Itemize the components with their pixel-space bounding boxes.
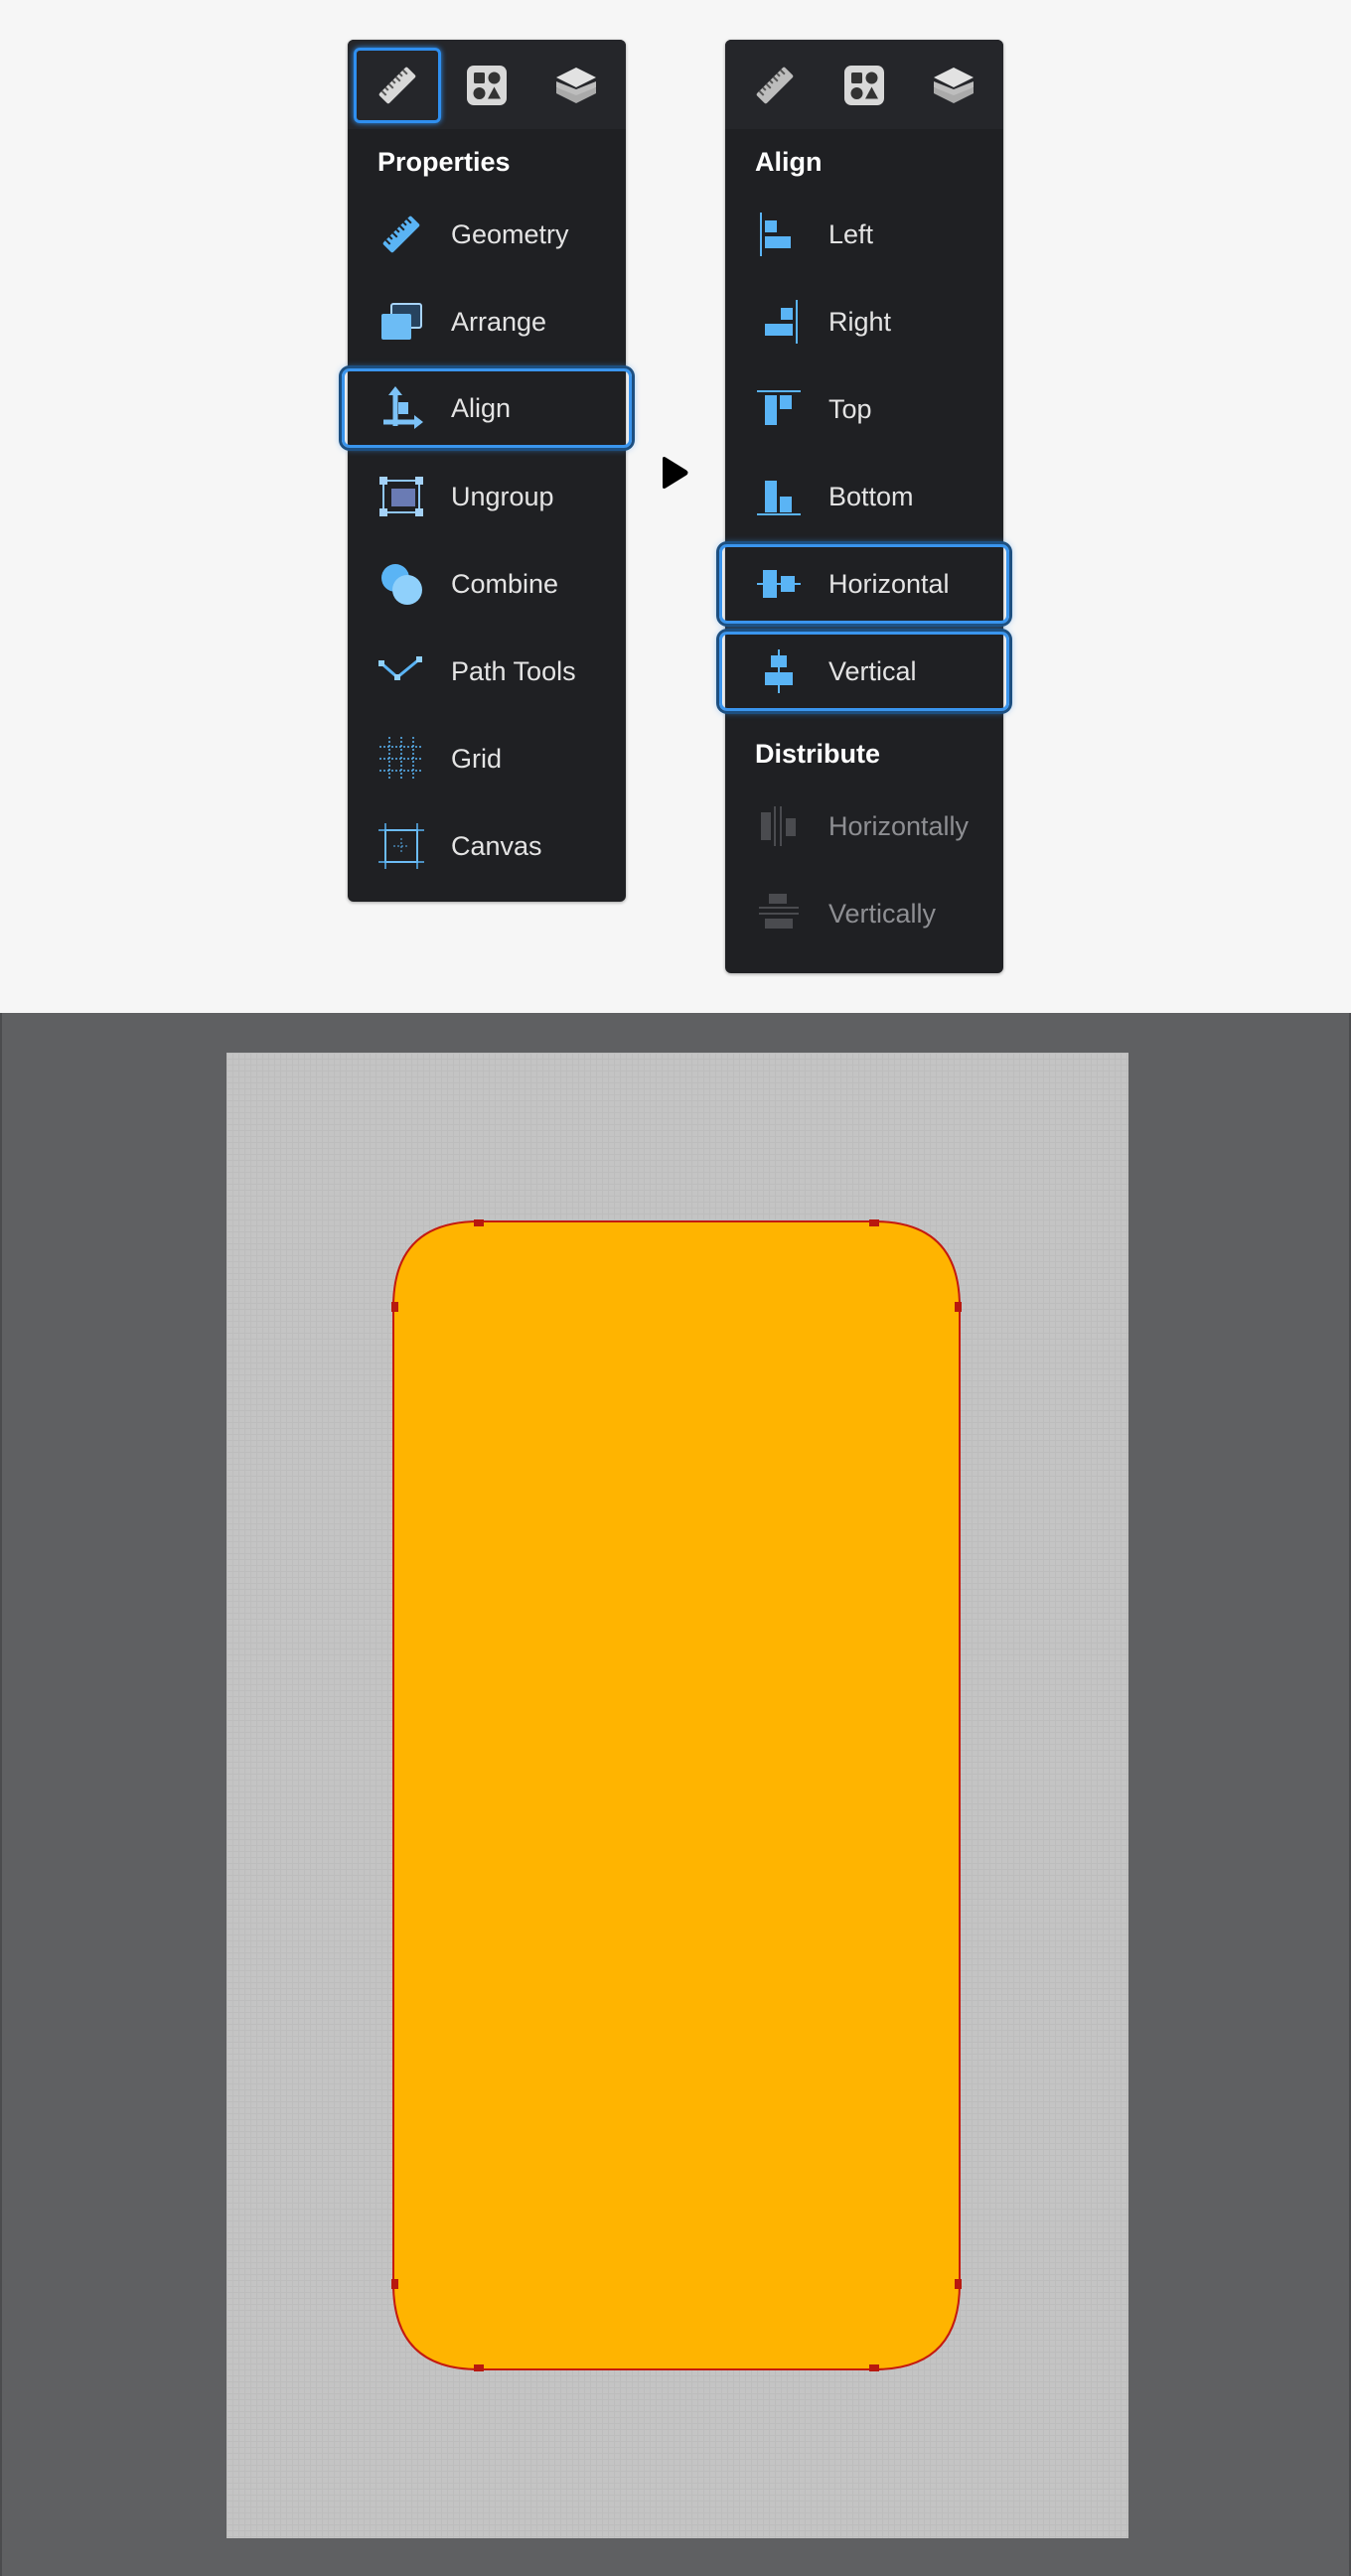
play-arrow-icon xyxy=(663,457,688,489)
artboard[interactable] xyxy=(226,1053,1128,2538)
menu-item-distribute-horizontally[interactable]: Horizontally xyxy=(725,787,1003,866)
tab-shapes[interactable] xyxy=(821,48,908,123)
menu-item-label: Right xyxy=(828,306,892,337)
path-tools-icon xyxy=(378,656,422,680)
menu-item-geometry[interactable]: Geometry xyxy=(348,195,626,274)
menu-item-align-left[interactable]: Left xyxy=(725,195,1003,274)
rounded-rectangle-shape[interactable] xyxy=(391,1219,962,2371)
tab-shapes[interactable] xyxy=(443,48,530,123)
menu-item-label: Horizontal xyxy=(828,568,950,599)
menu-item-arrange[interactable]: Arrange xyxy=(348,282,626,361)
section-title-align: Align xyxy=(755,147,823,177)
combine-icon xyxy=(381,564,422,605)
distribute-vertical-icon xyxy=(759,894,799,929)
align-bottom-icon xyxy=(757,481,801,515)
canvas-icon xyxy=(378,823,424,869)
menu-item-label: Geometry xyxy=(451,218,569,249)
menu-item-label: Ungroup xyxy=(451,481,554,511)
align-right-icon xyxy=(765,300,798,344)
layers-icon xyxy=(934,68,974,103)
menu-item-distribute-vertically[interactable]: Vertically xyxy=(725,874,1003,953)
tab-properties[interactable] xyxy=(731,48,819,123)
layers-icon xyxy=(556,68,596,103)
menu-item-align-vertical[interactable]: Vertical xyxy=(719,632,1009,711)
align-icon xyxy=(383,386,423,429)
align-panel: Align Left Right Top Bottom Horizontal V… xyxy=(719,40,1009,973)
align-vertical-center-icon xyxy=(765,649,793,693)
menu-item-label: Path Tools xyxy=(451,655,576,686)
menu-item-label: Horizontally xyxy=(828,810,970,841)
menu-item-label: Vertically xyxy=(828,898,937,929)
menu-item-label: Left xyxy=(828,218,874,249)
grid-icon xyxy=(379,737,423,781)
menu-item-label: Align xyxy=(451,392,512,423)
tab-layers[interactable] xyxy=(532,48,620,123)
section-title-properties: Properties xyxy=(377,147,511,177)
menu-item-label: Canvas xyxy=(451,830,542,861)
menu-item-label: Combine xyxy=(451,568,559,599)
align-horizontal-center-icon xyxy=(757,570,801,598)
tab-layers[interactable] xyxy=(910,48,997,123)
distribute-horizontal-icon xyxy=(761,806,796,846)
tab-properties[interactable] xyxy=(354,48,441,123)
align-left-icon xyxy=(760,213,791,256)
shapes-icon xyxy=(467,66,507,105)
ruler-icon xyxy=(756,67,794,104)
menu-item-canvas[interactable]: Canvas xyxy=(348,806,626,886)
ruler-icon xyxy=(378,67,416,104)
menu-item-ungroup[interactable]: Ungroup xyxy=(348,457,626,536)
ruler-icon xyxy=(382,215,420,253)
menu-item-label: Arrange xyxy=(451,306,547,337)
menu-item-label: Vertical xyxy=(828,655,917,686)
menu-item-path-tools[interactable]: Path Tools xyxy=(348,632,626,711)
menu-item-label: Bottom xyxy=(828,481,914,511)
menu-item-align-bottom[interactable]: Bottom xyxy=(725,457,1003,536)
align-top-icon xyxy=(757,390,801,425)
menu-item-align-right[interactable]: Right xyxy=(725,282,1003,361)
panel-tab-bar xyxy=(348,40,626,129)
menu-item-align-horizontal[interactable]: Horizontal xyxy=(719,544,1009,624)
menu-item-align-top[interactable]: Top xyxy=(725,369,1003,449)
menu-item-grid[interactable]: Grid xyxy=(348,719,626,798)
canvas-area xyxy=(0,1013,1351,2576)
section-title-distribute: Distribute xyxy=(755,739,881,769)
menu-item-label: Grid xyxy=(451,743,503,774)
menu-item-combine[interactable]: Combine xyxy=(348,544,626,624)
arrange-icon xyxy=(381,303,422,340)
menu-item-align[interactable]: Align xyxy=(342,368,632,448)
properties-panel: Properties Geometry Arrange Align Ungrou… xyxy=(342,40,632,902)
ungroup-icon xyxy=(379,477,423,516)
shapes-icon xyxy=(844,66,884,105)
menu-item-label: Top xyxy=(828,393,872,424)
panel-tab-bar xyxy=(725,40,1003,129)
